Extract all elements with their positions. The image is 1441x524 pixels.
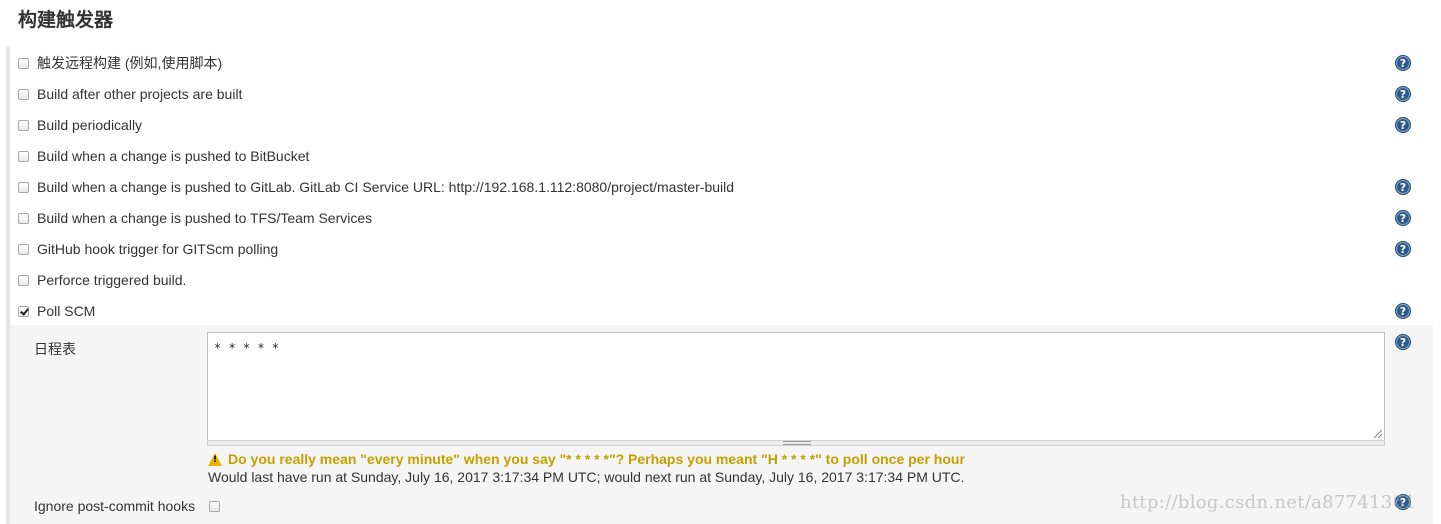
watermark: http://blog.csdn.net/a87741361 [1120,492,1417,513]
ignore-post-commit-hooks-checkbox[interactable] [209,500,221,512]
schedule-warning: ! Do you really mean "every minute" when… [208,451,965,467]
schedule-run-info: Would last have run at Sunday, July 16, … [208,469,965,485]
help-icon[interactable]: ? [1395,117,1411,133]
trigger-bitbucket: Build when a change is pushed to BitBuck… [18,145,1418,167]
ignore-post-commit-hooks-row: Ignore post-commit hooks [34,496,221,516]
help-icon[interactable]: ? [1395,86,1411,102]
help-icon[interactable]: ? [1395,210,1411,226]
trigger-label: Build periodically [37,117,143,133]
trigger-label: Build after other projects are built [37,86,243,102]
schedule-label: 日程表 [34,341,76,357]
trigger-remote-build-checkbox[interactable] [18,57,29,69]
help-icon[interactable]: ? [1395,303,1411,319]
trigger-tfs: Build when a change is pushed to TFS/Tea… [18,207,1418,229]
trigger-label: Build when a change is pushed to TFS/Tea… [37,210,373,226]
trigger-gitlab: Build when a change is pushed to GitLab.… [18,176,1418,198]
trigger-remote-build: 触发远程构建 (例如,使用脚本) [18,52,1418,74]
trigger-perforce-checkbox[interactable] [18,274,29,286]
schedule-textarea[interactable]: * * * * * [207,332,1385,441]
trigger-gitlab-checkbox[interactable] [18,181,29,193]
trigger-poll-scm-checkbox[interactable] [18,305,29,317]
trigger-label: Build when a change is pushed to BitBuck… [37,148,310,164]
trigger-after-other-projects-checkbox[interactable] [18,88,29,100]
help-icon[interactable]: ? [1395,334,1411,350]
help-icon[interactable]: ? [1395,179,1411,195]
trigger-github-hook-checkbox[interactable] [18,243,29,255]
help-icon[interactable]: ? [1395,55,1411,71]
trigger-label: Poll SCM [37,303,96,319]
ignore-post-commit-hooks-label: Ignore post-commit hooks [34,498,196,514]
resize-corner-icon[interactable] [1374,430,1382,438]
trigger-github-hook: GitHub hook trigger for GITScm polling [18,238,1418,260]
resize-grip-icon[interactable] [783,441,811,445]
warning-icon: ! [208,452,222,466]
trigger-label: 触发远程构建 (例如,使用脚本) [37,55,223,71]
trigger-perforce: Perforce triggered build. [18,269,1418,291]
trigger-periodically-checkbox[interactable] [18,119,29,131]
warning-text: Do you really mean "every minute" when y… [228,451,965,467]
trigger-bitbucket-checkbox[interactable] [18,150,29,162]
trigger-label: Perforce triggered build. [37,272,187,288]
trigger-label: GitHub hook trigger for GITScm polling [37,241,279,257]
help-icon[interactable]: ? [1395,241,1411,257]
trigger-label: Build when a change is pushed to GitLab.… [37,179,735,195]
trigger-periodically: Build periodically [18,114,1418,136]
trigger-poll-scm: Poll SCM [18,300,1418,322]
section-title: 构建触发器 [18,9,114,31]
trigger-after-other-projects: Build after other projects are built [18,83,1418,105]
trigger-tfs-checkbox[interactable] [18,212,29,224]
